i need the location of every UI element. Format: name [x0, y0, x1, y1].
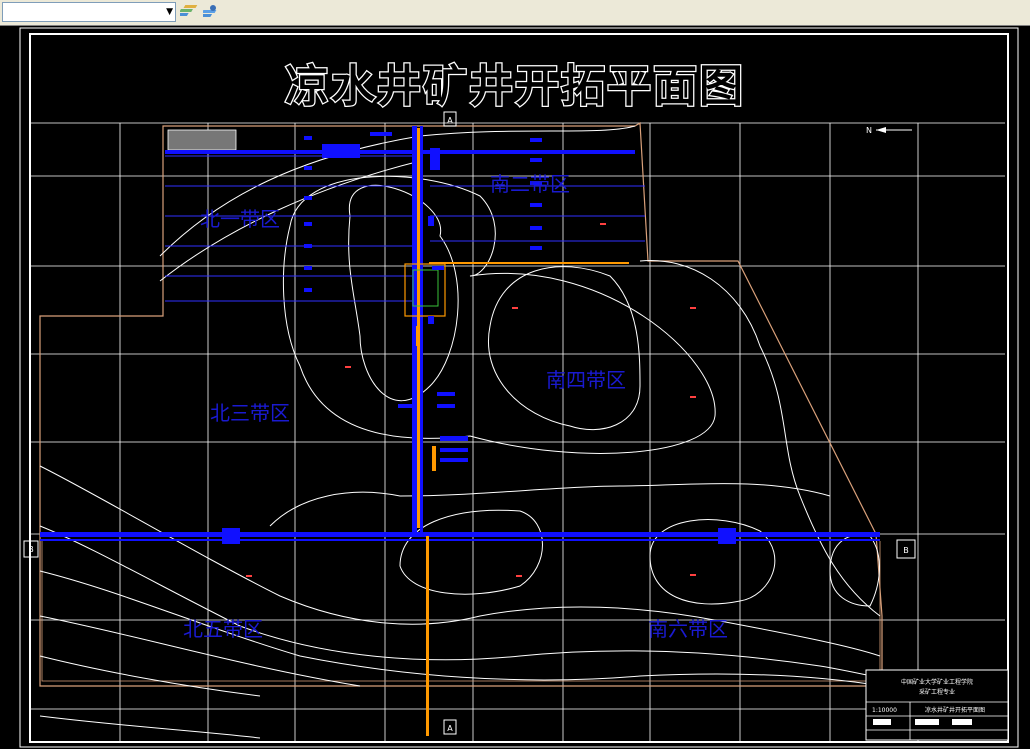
section-a-top: A [447, 116, 453, 125]
drawing-canvas[interactable]: 凉水井矿井开拓平面图 A A B B N 北一带区 北三带区 北五带区 南二带区… [0, 26, 1030, 749]
zone-label-north1: 北一带区 [200, 207, 280, 231]
title-block: 中国矿业大学矿业工程学院 采矿工程专业 凉水井矿井开拓平面图 1:10000 [865, 669, 1009, 741]
section-b-left: B [28, 545, 34, 554]
title-block-scale: 1:10000 [872, 707, 897, 714]
section-markers: A A B B [23, 111, 916, 735]
mine-boundary [39, 121, 883, 687]
zone-label-south6: 南六带区 [648, 617, 728, 641]
north-arrow: N [866, 126, 912, 135]
title-block-major: 采矿工程专业 [919, 688, 955, 696]
north-arrow-label: N [866, 126, 872, 135]
zone-label-south4: 南四带区 [546, 368, 626, 392]
section-a-bottom: A [447, 724, 453, 733]
section-b-right: B [903, 546, 909, 555]
drawing-title: 凉水井矿井开拓平面图 [285, 61, 745, 112]
chevron-down-icon[interactable]: ▼ [166, 7, 173, 17]
layer-combo[interactable]: ▼ [2, 2, 176, 22]
layer-previous-icon[interactable] [174, 2, 200, 22]
zone-label-south2: 南二带区 [490, 172, 570, 196]
layer-toolbar: ▼ [0, 0, 1030, 26]
roadway-features [222, 132, 736, 544]
shafts [404, 128, 629, 736]
contour-lines [39, 125, 883, 739]
zone-label-north5: 北五带区 [183, 617, 263, 641]
title-block-drawing-name: 凉水井矿井开拓平面图 [925, 706, 985, 714]
industrial-site-hatch [167, 129, 237, 151]
title-block-institute: 中国矿业大学矿业工程学院 [901, 678, 973, 686]
zone-label-north3: 北三带区 [210, 401, 290, 425]
layer-states-icon[interactable] [197, 2, 223, 22]
